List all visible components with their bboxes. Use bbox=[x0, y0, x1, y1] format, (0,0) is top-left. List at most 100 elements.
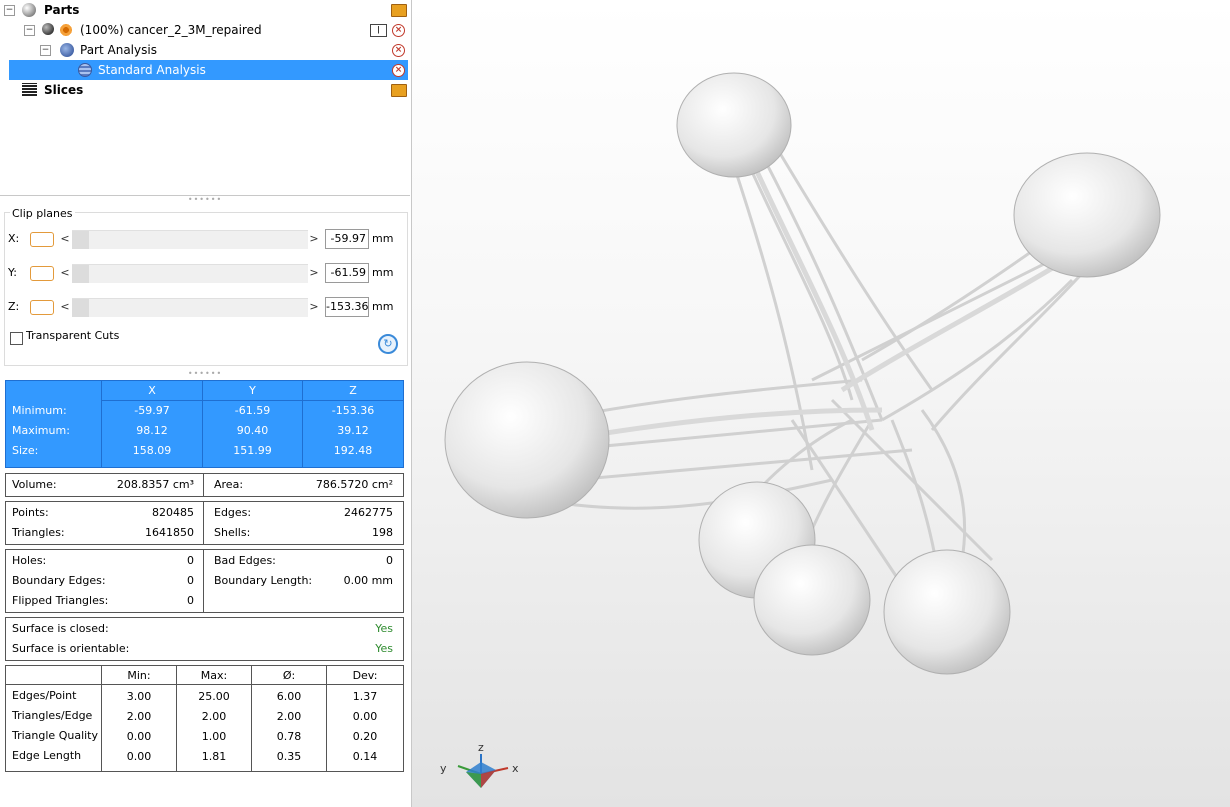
axis-label-y: y bbox=[440, 762, 447, 775]
3d-viewport[interactable]: z y x bbox=[412, 0, 1230, 807]
reset-clip-icon[interactable]: ↻ bbox=[378, 334, 398, 354]
quality-header-dev: Dev: bbox=[352, 669, 378, 682]
points-value: 820485 bbox=[152, 506, 194, 519]
open-folder-icon[interactable] bbox=[391, 4, 407, 17]
clip-y-input[interactable]: -61.59 bbox=[325, 263, 369, 283]
clip-unit: mm bbox=[372, 232, 394, 245]
flipped-triangles-label: Flipped Triangles: bbox=[12, 594, 109, 607]
quality-cell: 0.00 bbox=[126, 730, 152, 743]
clip-y-right-arrow[interactable]: > bbox=[309, 262, 319, 284]
bounds-table: X Y Z Minimum: -59.97 -61.59 -153.36 Max… bbox=[5, 380, 404, 468]
quality-cell: 0.78 bbox=[276, 730, 302, 743]
quality-row-label: Triangles/Edge bbox=[12, 709, 93, 722]
transparent-cuts-label: Transparent Cuts bbox=[26, 329, 120, 342]
clip-x-slider[interactable] bbox=[72, 230, 308, 249]
clip-axis-label: Z: bbox=[8, 300, 20, 313]
slices-icon bbox=[22, 83, 37, 96]
open-slices-folder-icon[interactable] bbox=[391, 84, 407, 97]
points-label: Points: bbox=[12, 506, 49, 519]
area-value: 786.5720 cm² bbox=[315, 478, 393, 491]
area-label: Area: bbox=[214, 478, 244, 491]
clip-z-right-arrow[interactable]: > bbox=[309, 296, 319, 318]
clip-x-right-arrow[interactable]: > bbox=[309, 228, 319, 250]
slider-thumb[interactable] bbox=[72, 299, 89, 317]
quality-cell: 0.35 bbox=[276, 750, 302, 763]
bounds-header-z: Z bbox=[349, 384, 357, 397]
quality-cell: 0.00 bbox=[352, 710, 378, 723]
clip-x-left-arrow[interactable]: < bbox=[60, 228, 70, 250]
part-analysis-icon bbox=[60, 43, 74, 57]
mesh-model[interactable] bbox=[412, 0, 1230, 807]
bounds-cell: 151.99 bbox=[233, 444, 272, 457]
bounds-cell: 98.12 bbox=[136, 424, 168, 437]
clip-x-input[interactable]: -59.97 bbox=[325, 229, 369, 249]
quality-cell: 6.00 bbox=[276, 690, 302, 703]
edges-value: 2462775 bbox=[344, 506, 393, 519]
clip-planes-title: Clip planes bbox=[10, 207, 75, 220]
bounds-cell: 90.40 bbox=[236, 424, 269, 437]
surface-box: Surface is closed: Yes Surface is orient… bbox=[5, 617, 404, 661]
collapse-part-toggle[interactable]: − bbox=[24, 25, 35, 36]
clip-axis-label: X: bbox=[8, 232, 20, 245]
quality-row-label: Edges/Point bbox=[12, 689, 77, 702]
clip-y-toggle[interactable] bbox=[30, 266, 54, 281]
clip-z-slider[interactable] bbox=[72, 298, 308, 317]
part-status-icon[interactable]: ǀ bbox=[370, 24, 387, 37]
parts-icon bbox=[22, 3, 36, 17]
clip-y-slider[interactable] bbox=[72, 264, 308, 283]
quality-cell: 0.00 bbox=[126, 750, 152, 763]
clip-row-x: X: < > -59.97 mm bbox=[8, 228, 408, 250]
clip-z-input[interactable]: -153.36 bbox=[325, 297, 369, 317]
tree-item-slices[interactable]: Slices bbox=[44, 80, 83, 100]
remove-standard-analysis-close-icon[interactable]: × bbox=[392, 64, 405, 77]
clip-x-toggle[interactable] bbox=[30, 232, 54, 247]
bounds-row-label: Maximum: bbox=[12, 424, 70, 437]
part-mesh-icon bbox=[42, 23, 54, 35]
clip-z-toggle[interactable] bbox=[30, 300, 54, 315]
clip-z-left-arrow[interactable]: < bbox=[60, 296, 70, 318]
quality-table: Min: Max: Ø: Dev: Edges/Point 3.00 25.00… bbox=[5, 665, 404, 772]
surface-orientable-value: Yes bbox=[375, 642, 393, 655]
holes-value: 0 bbox=[187, 554, 194, 567]
tumor-spheres bbox=[444, 72, 1161, 675]
remove-analysis-close-icon[interactable]: × bbox=[392, 44, 405, 57]
axes-base-green bbox=[466, 772, 481, 788]
triangles-label: Triangles: bbox=[12, 526, 65, 539]
divider bbox=[203, 502, 204, 544]
tree-item-part[interactable]: (100%) cancer_2_3M_repaired bbox=[80, 20, 262, 40]
boundary-length-label: Boundary Length: bbox=[214, 574, 313, 587]
visibility-eye-icon[interactable] bbox=[59, 23, 73, 37]
surface-closed-label: Surface is closed: bbox=[12, 622, 109, 635]
quality-cell: 1.81 bbox=[201, 750, 227, 763]
bounds-cell: -59.97 bbox=[134, 404, 170, 417]
splitter-handle[interactable]: •••••• bbox=[0, 370, 410, 378]
collapse-analysis-toggle[interactable]: − bbox=[40, 45, 51, 56]
errors-box: Holes: 0 Boundary Edges: 0 Flipped Trian… bbox=[5, 549, 404, 613]
clip-planes-panel: Clip planes X: < > -59.97 mm Y: < > -61.… bbox=[2, 203, 408, 366]
clip-unit: mm bbox=[372, 300, 394, 313]
quality-cell: 2.00 bbox=[201, 710, 227, 723]
boundary-edges-value: 0 bbox=[187, 574, 194, 587]
boundary-edges-label: Boundary Edges: bbox=[12, 574, 106, 587]
tree-item-standard-analysis[interactable]: Standard Analysis bbox=[98, 60, 206, 80]
slider-thumb[interactable] bbox=[72, 231, 89, 249]
surface-orientable-label: Surface is orientable: bbox=[12, 642, 130, 655]
tree-item-parts[interactable]: Parts bbox=[44, 0, 79, 20]
boundary-length-value: 0.00 mm bbox=[343, 574, 393, 587]
clip-y-left-arrow[interactable]: < bbox=[60, 262, 70, 284]
holes-label: Holes: bbox=[12, 554, 47, 567]
quality-cell: 2.00 bbox=[126, 710, 152, 723]
bad-edges-value: 0 bbox=[386, 554, 393, 567]
standard-analysis-icon bbox=[78, 63, 92, 77]
quality-row-label: Triangle Quality bbox=[12, 729, 99, 742]
tree-row-selected[interactable] bbox=[9, 60, 408, 80]
transparent-cuts-checkbox[interactable] bbox=[10, 332, 23, 345]
collapse-parts-toggle[interactable]: − bbox=[4, 5, 15, 16]
divider bbox=[203, 474, 204, 496]
tree-item-part-analysis[interactable]: Part Analysis bbox=[80, 40, 157, 60]
flipped-triangles-value: 0 bbox=[187, 594, 194, 607]
remove-part-close-icon[interactable]: × bbox=[392, 24, 405, 37]
volume-value: 208.8357 cm³ bbox=[116, 478, 194, 491]
slider-thumb[interactable] bbox=[72, 265, 89, 283]
bounds-cell: 39.12 bbox=[337, 424, 369, 437]
